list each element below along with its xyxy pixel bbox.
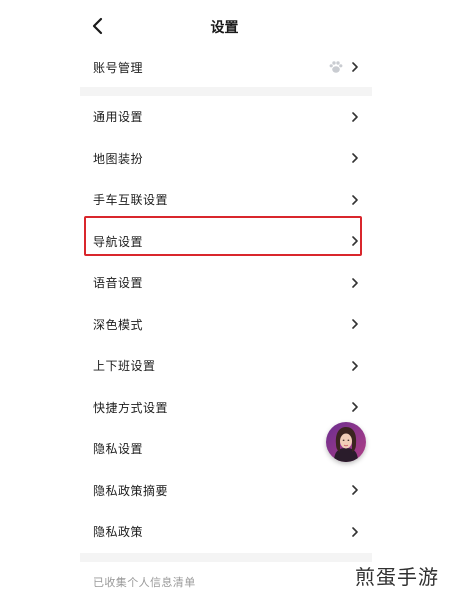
list-item-label: 账号管理 (93, 60, 144, 75)
page-title: 设置 (210, 20, 239, 36)
privacy-policy-item[interactable]: 隐私政策 (80, 511, 372, 553)
account-management-item[interactable]: 账号管理 (80, 47, 372, 87)
collected-info-list-item[interactable]: 已收集个人信息清单 (80, 562, 372, 600)
list-item-label: 已收集个人信息清单 (93, 575, 196, 589)
chevron-right-icon (351, 485, 359, 496)
general-settings-item[interactable]: 通用设置 (80, 96, 372, 138)
watermark-text: 煎蛋手游 (355, 565, 439, 589)
voice-settings-item[interactable]: 语音设置 (80, 262, 372, 304)
settings-list: 账号管理 通用设置 地图装扮 手车互联设置 导航设置 语音设置 深色模式 上下班… (80, 47, 372, 600)
chevron-right-icon (351, 194, 359, 205)
list-item-label: 手车互联设置 (93, 193, 169, 208)
header-bar: 设置 (0, 0, 449, 52)
chevron-right-icon (351, 236, 359, 247)
list-item-label: 地图装扮 (93, 151, 144, 166)
list-item-label: 隐私政策 (93, 525, 144, 540)
chevron-right-icon (351, 360, 359, 371)
list-item-label: 通用设置 (93, 110, 144, 125)
list-item-label: 语音设置 (93, 276, 144, 291)
list-item-label: 导航设置 (93, 234, 144, 249)
shortcut-settings-item[interactable]: 快捷方式设置 (80, 387, 372, 429)
chevron-right-icon (351, 62, 359, 72)
chevron-right-icon (351, 526, 359, 537)
chevron-right-icon (351, 277, 359, 288)
phone-car-link-item[interactable]: 手车互联设置 (80, 179, 372, 221)
chevron-right-icon (351, 319, 359, 330)
section-divider (80, 552, 372, 562)
list-item-label: 深色模式 (93, 317, 144, 332)
navigation-settings-item[interactable]: 导航设置 (80, 221, 372, 263)
dark-mode-item[interactable]: 深色模式 (80, 304, 372, 346)
chevron-right-icon (351, 153, 359, 164)
chevron-right-icon (351, 402, 359, 413)
list-item-label: 上下班设置 (93, 359, 156, 374)
floating-assistant-avatar[interactable] (326, 422, 366, 462)
map-skin-item[interactable]: 地图装扮 (80, 138, 372, 180)
privacy-policy-summary-item[interactable]: 隐私政策摘要 (80, 470, 372, 512)
list-item-label: 隐私政策摘要 (93, 483, 169, 498)
list-item-label: 隐私设置 (93, 442, 144, 457)
commute-settings-item[interactable]: 上下班设置 (80, 345, 372, 387)
chevron-right-icon (351, 111, 359, 122)
paw-icon (328, 59, 344, 75)
list-item-label: 快捷方式设置 (93, 400, 169, 415)
assistant-avatar-icon (326, 422, 366, 462)
section-divider (80, 87, 372, 96)
